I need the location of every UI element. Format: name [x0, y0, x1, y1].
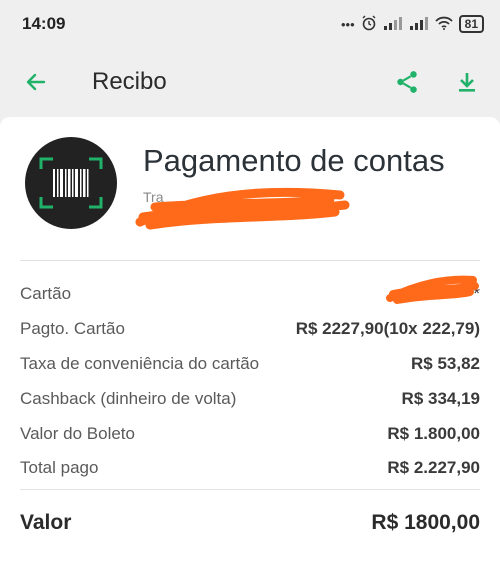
row-value: **********: [413, 284, 480, 304]
row-cashback: Cashback (dinheiro de volta) R$ 334,19: [20, 381, 480, 416]
row-label: Total pago: [20, 458, 99, 478]
total-row: Valor R$ 1800,00: [20, 511, 480, 535]
arrow-back-icon: [26, 73, 46, 91]
row-value: R$ 2227,90(10x 222,79): [295, 319, 480, 339]
signal-icon-2: [409, 16, 429, 33]
download-icon: [459, 73, 475, 92]
row-boleto-value: Valor do Boleto R$ 1.800,00: [20, 416, 480, 451]
redaction-scribble: [135, 187, 350, 230]
status-icons: ••• 81: [341, 15, 484, 34]
wifi-icon: [434, 16, 453, 33]
status-bar: 14:09 ••• 81: [0, 0, 500, 48]
divider: [20, 489, 480, 490]
signal-icon: [383, 16, 403, 33]
total-label: Valor: [20, 511, 72, 534]
row-label: Pagto. Cartão: [20, 319, 125, 339]
battery-icon: 81: [458, 15, 484, 33]
barcode-icon: [25, 137, 117, 229]
row-convenience-fee: Taxa de conveniência do cartão R$ 53,82: [20, 347, 480, 382]
receipt-subtitle: Tra: [143, 189, 164, 205]
row-value: R$ 334,19: [401, 388, 480, 408]
row-card-payment: Pagto. Cartão R$ 2227,90(10x 222,79): [20, 312, 480, 347]
download-button[interactable]: [452, 67, 482, 97]
share-button[interactable]: [392, 67, 422, 97]
divider: [20, 260, 480, 261]
details-list: Cartão ********** Pagto. Cartão R$ 2227,…: [20, 277, 480, 486]
page-title: Recibo: [92, 68, 167, 95]
row-card: Cartão **********: [20, 277, 480, 312]
row-label: Valor do Boleto: [20, 423, 135, 443]
row-value: R$ 53,82: [411, 353, 480, 373]
row-label: Cashback (dinheiro de volta): [20, 388, 237, 408]
total-value: R$ 1800,00: [371, 511, 480, 534]
receipt-title: Pagamento de contas: [143, 143, 445, 178]
receipt-header: Pagamento de contas Tra 2: [0, 117, 500, 257]
row-value: R$ 2.227,90: [387, 458, 480, 478]
row-label: Taxa de conveniência do cartão: [20, 353, 260, 373]
app-bar: Recibo: [0, 48, 500, 116]
notification-dots: •••: [340, 16, 355, 32]
row-label: Cartão: [20, 284, 72, 304]
row-value: R$ 1.800,00: [387, 423, 480, 443]
alarm-icon: [361, 15, 377, 34]
back-button[interactable]: [22, 68, 50, 96]
status-time: 14:09: [22, 14, 66, 33]
row-total-paid: Total pago R$ 2.227,90: [20, 451, 480, 486]
share-icon: [397, 71, 417, 93]
receipt-card: Pagamento de contas Tra 2 Cartão *******…: [0, 117, 500, 577]
receipt-date: 2: [143, 211, 151, 227]
